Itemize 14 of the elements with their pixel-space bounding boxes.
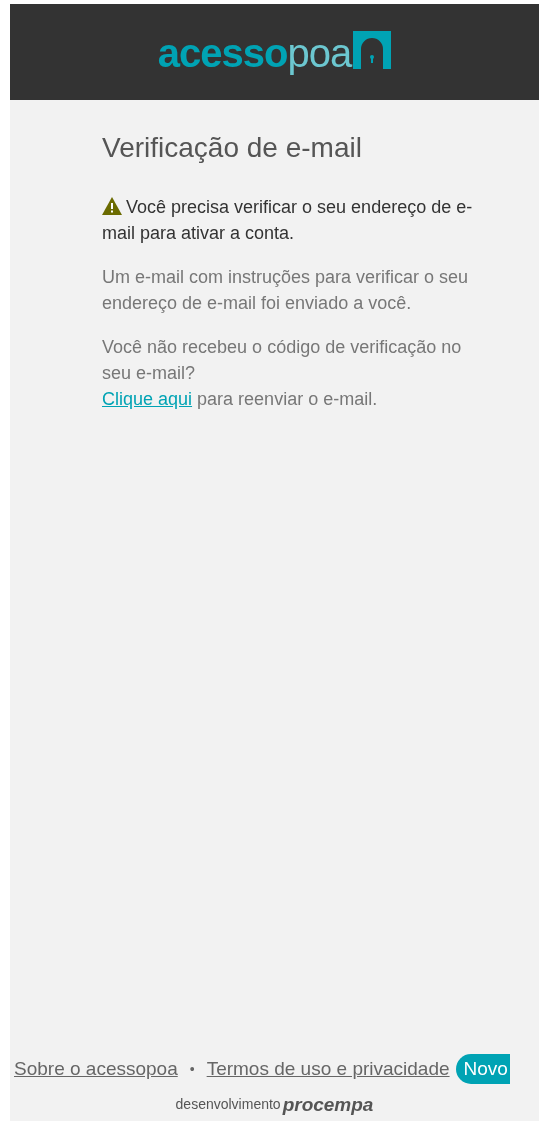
- resend-link[interactable]: Clique aqui: [102, 389, 193, 409]
- info-text: Um e-mail com instruções para verificar o seu endereço de e-mail foi enviado a você.: [102, 266, 470, 315]
- resend-text: Você não recebeu o código de verificação no seu e-mail? Clique aqui para reenviar o e-mail.: [102, 336, 463, 411]
- door-lock-icon: [353, 31, 392, 69]
- brand-logo: procempa: [282, 1095, 374, 1115]
- page-title: Verificação de e-mail: [102, 131, 363, 165]
- warning-icon: [102, 197, 122, 215]
- warning-message: Você precisa verificar o seu endereço de e-mail para ativar a conta.: [102, 196, 474, 245]
- separator-dot: •: [189, 1059, 195, 1079]
- logo-text: acessopoa: [157, 33, 352, 73]
- terms-link[interactable]: Termos de uso e privacidade: [206, 1054, 450, 1084]
- credit-label: desenvolvimento: [175, 1095, 281, 1114]
- about-link[interactable]: Sobre o acessopoa: [14, 1054, 178, 1084]
- new-badge: Novo: [455, 1054, 510, 1084]
